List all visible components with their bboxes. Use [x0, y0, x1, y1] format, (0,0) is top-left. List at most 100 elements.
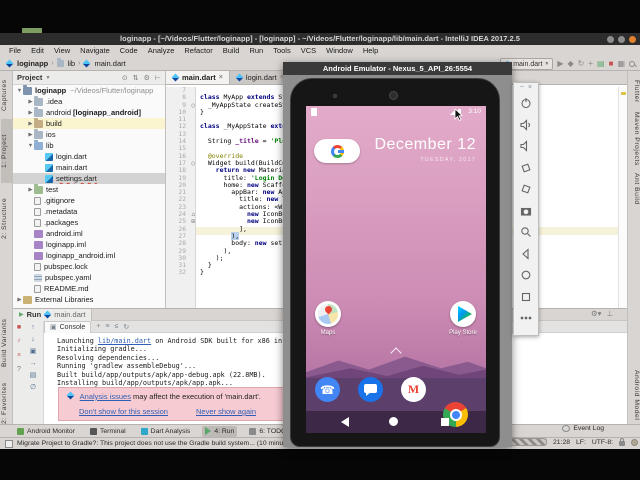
tree-item-android[interactable]: ▶ android [loginapp_android]	[13, 107, 165, 118]
tool-stripe-tab-flutter[interactable]: Flutter	[629, 75, 640, 107]
editor-tab-main-dart[interactable]: main.dart ×	[166, 71, 230, 84]
tree-item--packages[interactable]: .packages	[13, 217, 165, 228]
breadcrumb-item-lib[interactable]: lib	[68, 59, 76, 68]
tool-stripe-tab-maven-projects[interactable]: Maven Projects	[629, 111, 640, 167]
hector-inspector-icon[interactable]	[631, 438, 638, 446]
line-ending-indicator[interactable]: LF:	[576, 439, 586, 446]
menu-help[interactable]: Help	[358, 45, 383, 57]
emu-more-button[interactable]	[520, 312, 532, 324]
toolwindow-button-terminal[interactable]: Terminal	[87, 426, 129, 437]
emu-overview-button[interactable]	[520, 291, 532, 303]
editor-scrollbar[interactable]	[618, 87, 627, 341]
stop-button[interactable]: ■	[609, 58, 614, 70]
minimize-button[interactable]	[607, 36, 614, 43]
console-tab[interactable]: ▣ Console	[44, 320, 92, 333]
menu-tools[interactable]: Tools	[268, 45, 296, 57]
emu-back-button[interactable]	[520, 247, 532, 260]
emu-volume-down-button[interactable]	[520, 140, 532, 152]
gutter-marker-icon[interactable]: ⌂	[191, 211, 195, 218]
emu-volume-up-button[interactable]	[520, 118, 532, 131]
encoding-indicator[interactable]: UTF-8:	[592, 439, 613, 446]
search-icon[interactable]	[629, 60, 636, 68]
toolwindow-button-android-monitor[interactable]: Android Monitor	[14, 426, 78, 437]
filter-icon[interactable]: ≤	[115, 323, 119, 330]
play-store-app-icon[interactable]	[450, 301, 476, 327]
panel-close-icon[interactable]: ×	[528, 83, 532, 93]
menu-navigate[interactable]: Navigate	[75, 45, 115, 57]
maps-app-icon[interactable]	[315, 301, 341, 327]
toolwindow-button-dart-analysis[interactable]: Dart Analysis	[138, 426, 194, 437]
tree-item-settings-dart[interactable]: settings.dart	[13, 173, 165, 184]
tree-item-loginapp[interactable]: ▼ loginapp ~/Videos/Flutter/loginapp	[13, 85, 165, 96]
emu-rotate-left-button[interactable]	[520, 162, 532, 174]
hide-panel-icon[interactable]: ⊢	[155, 74, 161, 82]
phone-screen[interactable]: 3:10 December 12 TUESDAY, 2017 Maps Play…	[306, 106, 486, 433]
tree-collapsed-icon[interactable]: ▶	[27, 132, 34, 138]
settings-gear-icon[interactable]: ⚙▾	[591, 309, 602, 318]
stop-icon[interactable]: ■	[14, 324, 24, 332]
menu-run[interactable]: Run	[244, 45, 268, 57]
tool-stripe-tab-2-favorites[interactable]: 2: Favorites	[1, 377, 12, 429]
analysis-issues-link[interactable]: Analysis issues	[80, 392, 131, 401]
tree-item-loginapp-iml[interactable]: loginapp.iml	[13, 239, 165, 250]
menu-build[interactable]: Build	[218, 45, 245, 57]
tool-stripe-tab-ant-build[interactable]: Ant Build	[629, 171, 640, 207]
pin-tab-icon[interactable]: +	[96, 323, 100, 330]
tree-item-External-Libraries[interactable]: ▶ External Libraries	[13, 294, 165, 305]
messages-app-icon[interactable]	[358, 377, 383, 402]
down-stack-icon[interactable]: ↓	[28, 336, 38, 344]
run-tab[interactable]: ▶ Run main.dart	[13, 308, 93, 321]
tree-expanded-icon[interactable]: ▼	[27, 143, 34, 149]
history-icon[interactable]: ≡	[105, 323, 109, 330]
soft-wrap-icon[interactable]: ▣	[28, 348, 38, 356]
emu-zoom-button[interactable]	[520, 226, 532, 238]
project-panel-header[interactable]: Project ▼ ⊙ ⇅ ⚙ ⊢	[13, 71, 165, 85]
menu-vcs[interactable]: VCS	[296, 45, 321, 57]
tree-collapsed-icon[interactable]: ▶	[27, 187, 34, 193]
tool-stripe-tab-1-project[interactable]: 1: Project	[1, 119, 12, 183]
emu-power-button[interactable]	[520, 97, 532, 109]
tree-item-pubspec-lock[interactable]: pubspec.lock	[13, 261, 165, 272]
menu-refactor[interactable]: Refactor	[179, 45, 217, 57]
rerun-icon[interactable]: ↻	[123, 323, 129, 331]
tool-stripe-tab-captures[interactable]: Captures	[1, 75, 12, 115]
editor-tab-login-dart[interactable]: login.dart ×	[229, 71, 291, 84]
collapse-all-icon[interactable]: ⇅	[133, 74, 139, 82]
tree-item-lib[interactable]: ▼ lib	[13, 140, 165, 151]
tree-collapsed-icon[interactable]: ▶	[27, 110, 34, 116]
menu-code[interactable]: Code	[115, 45, 143, 57]
locate-file-icon[interactable]: ⊙	[122, 74, 128, 82]
dont-show-session-link[interactable]: Don't show for this session	[79, 407, 168, 416]
menu-window[interactable]: Window	[321, 45, 358, 57]
emu-screenshot-button[interactable]	[520, 205, 532, 217]
breadcrumb-item-loginapp[interactable]: loginapp	[17, 59, 48, 68]
run-button[interactable]: ▶	[557, 58, 563, 70]
tree-item-README-md[interactable]: README.md	[13, 283, 165, 294]
debug-button[interactable]: ◆	[568, 58, 574, 70]
tree-item-pubspec-yaml[interactable]: pubspec.yaml	[13, 272, 165, 283]
date-widget[interactable]: December 12 TUESDAY, 2017	[374, 136, 476, 163]
panel-minimize-icon[interactable]: −	[520, 83, 524, 93]
tree-item--metadata[interactable]: .metadata	[13, 206, 165, 217]
toolwindow-button-4-run[interactable]: 4: Run	[202, 425, 238, 437]
tool-stripe-tab-android-model[interactable]: Android Model	[629, 365, 640, 425]
attach-button[interactable]: +	[588, 58, 593, 70]
override-marker-icon[interactable]: ○	[191, 102, 195, 109]
maximize-button[interactable]	[618, 36, 625, 43]
breadcrumb-item-maindart[interactable]: main.dart	[94, 59, 125, 68]
tree-item-loginapp_android-iml[interactable]: loginapp_android.iml	[13, 250, 165, 261]
override-marker-icon[interactable]: ○	[191, 160, 195, 167]
dock-pin-icon[interactable]: ⊥	[606, 309, 613, 318]
google-search-pill[interactable]	[314, 139, 360, 163]
tree-item--gitignore[interactable]: .gitignore	[13, 195, 165, 206]
emu-home-button[interactable]	[520, 269, 532, 281]
window-titlebar[interactable]: loginapp - [~/Videos/Flutter/loginapp] -…	[0, 33, 640, 45]
caret-position[interactable]: 21:28	[553, 439, 570, 446]
never-show-again-link[interactable]: Never show again	[196, 407, 256, 416]
android-emulator-window[interactable]: Android Emulator - Nexus_5_API_26:5554 3…	[283, 62, 512, 447]
nav-back-button[interactable]	[341, 417, 349, 427]
gutter-marker-icon[interactable]: ⊞	[191, 218, 195, 225]
nav-home-button[interactable]	[389, 417, 398, 426]
tree-item-test[interactable]: ▶ test	[13, 184, 165, 195]
help-icon[interactable]: ?	[14, 366, 24, 374]
